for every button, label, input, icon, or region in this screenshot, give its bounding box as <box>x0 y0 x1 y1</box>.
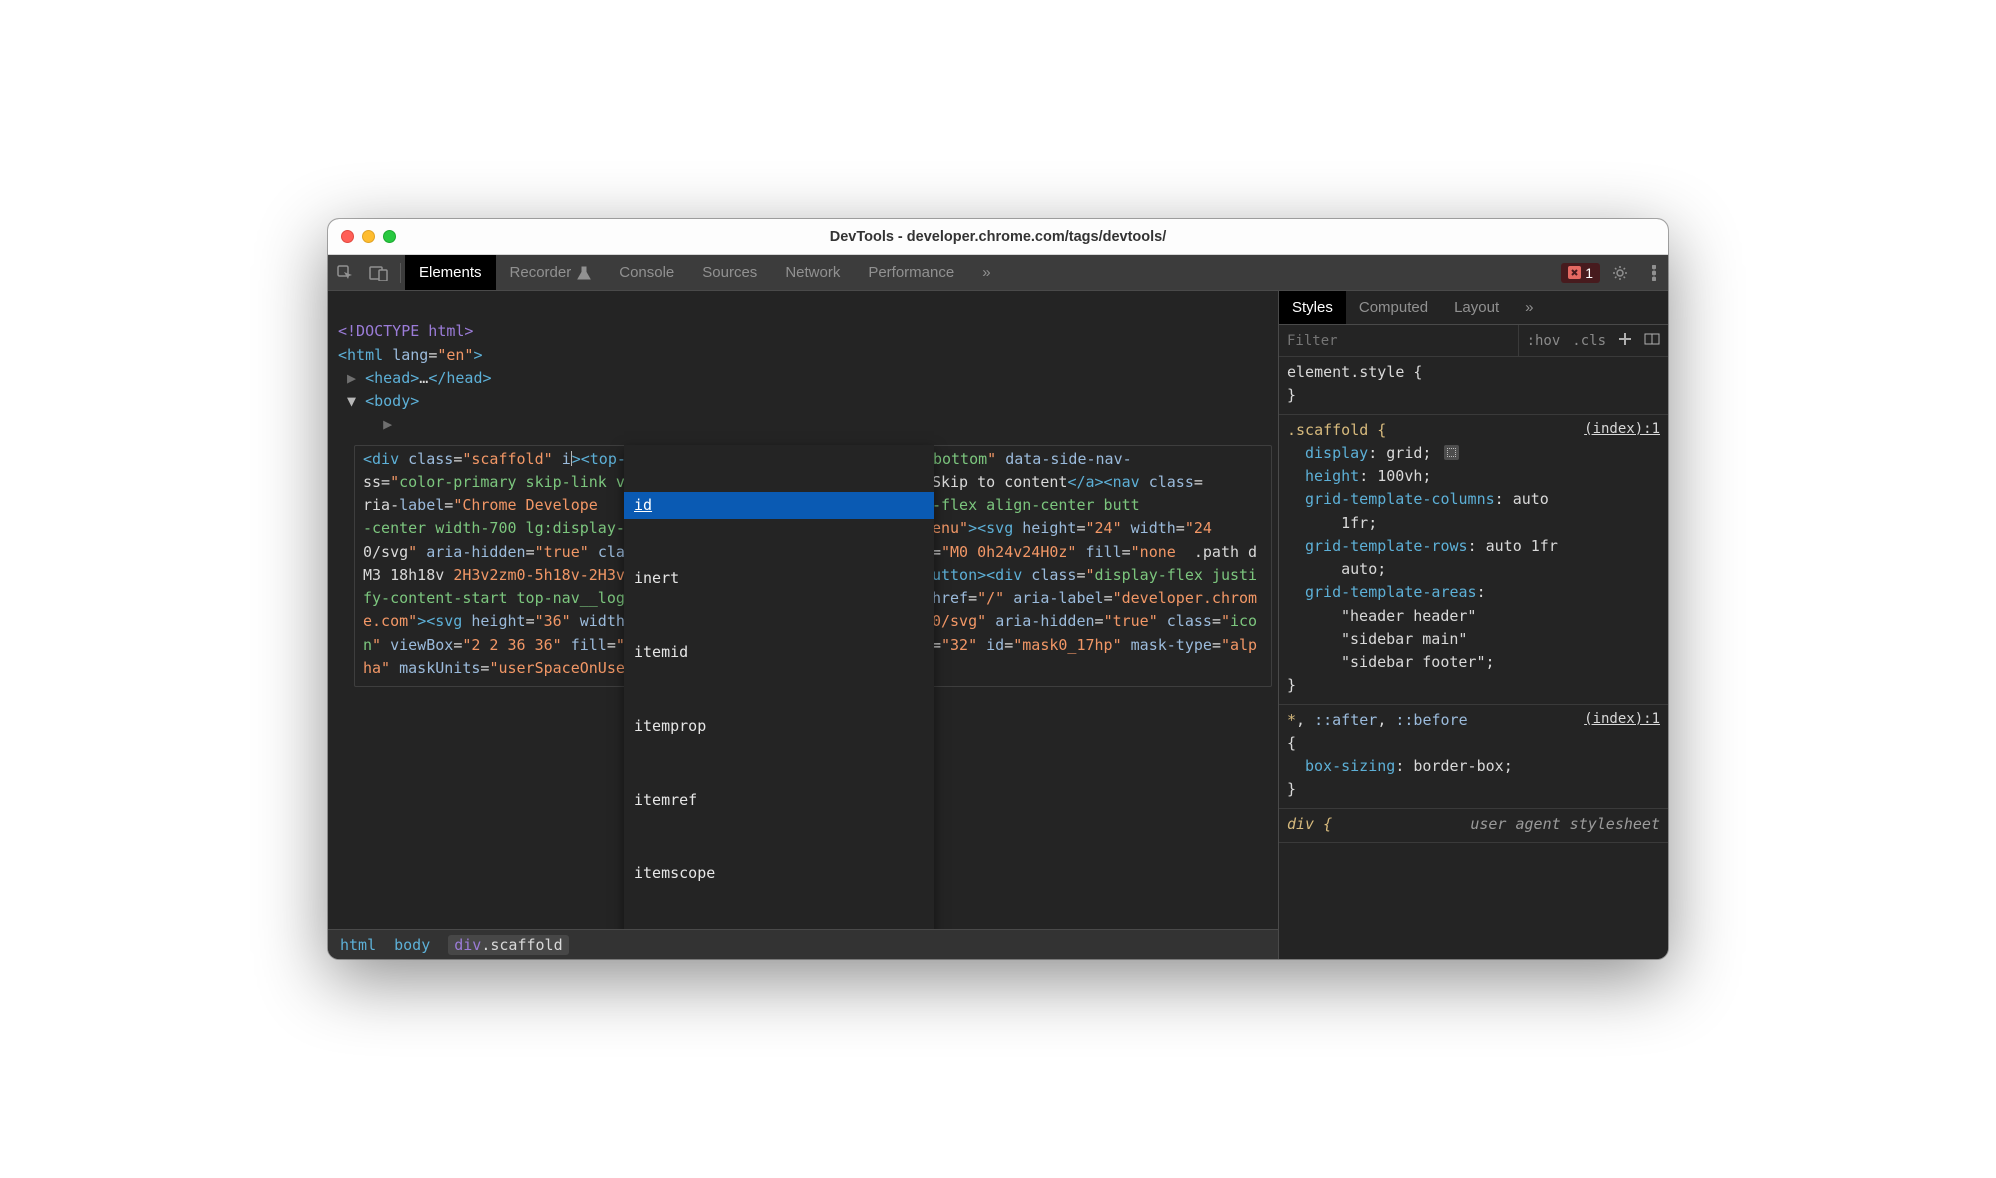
body-tag[interactable]: <body> <box>365 392 419 410</box>
dom-tree[interactable]: <!DOCTYPE html> <html lang="en"> ▶ <head… <box>328 291 1278 929</box>
styles-filter-row: :hov .cls <box>1279 325 1668 357</box>
main-area: <!DOCTYPE html> <html lang="en"> ▶ <head… <box>328 291 1668 959</box>
breadcrumb-current[interactable]: div.scaffold <box>448 935 568 955</box>
flask-icon <box>577 266 591 280</box>
side-tab-styles[interactable]: Styles <box>1279 291 1346 324</box>
tabs-overflow-label: » <box>982 264 990 281</box>
side-tab-computed[interactable]: Computed <box>1346 291 1441 324</box>
breadcrumb-item[interactable]: body <box>394 936 430 954</box>
tab-elements-label: Elements <box>419 264 482 281</box>
inspect-icon[interactable] <box>328 255 362 290</box>
error-x-icon <box>1568 266 1581 279</box>
autocomplete-item[interactable]: inert <box>624 565 934 592</box>
main-toolbar: Elements Recorder Console Sources Networ… <box>328 255 1668 291</box>
tab-console[interactable]: Console <box>605 255 688 290</box>
elements-panel: <!DOCTYPE html> <html lang="en"> ▶ <head… <box>328 291 1278 959</box>
sidebar-tabs: Styles Computed Layout » <box>1279 291 1668 325</box>
tab-sources-label: Sources <box>702 264 757 281</box>
tab-sources[interactable]: Sources <box>688 255 771 290</box>
tab-elements[interactable]: Elements <box>405 255 496 290</box>
side-tabs-overflow[interactable]: » <box>1512 291 1546 324</box>
new-style-rule-icon[interactable] <box>1614 332 1636 350</box>
toolbar-divider <box>400 263 401 283</box>
error-badge[interactable]: 1 <box>1561 263 1600 283</box>
tab-recorder[interactable]: Recorder <box>496 255 606 290</box>
autocomplete-item[interactable]: itemscope <box>624 860 934 887</box>
autocomplete-item[interactable]: id <box>624 492 934 519</box>
grid-badge-icon[interactable] <box>1444 445 1459 460</box>
window-title: DevTools - developer.chrome.com/tags/dev… <box>328 229 1668 245</box>
tab-recorder-label: Recorder <box>510 264 572 281</box>
more-menu-icon[interactable] <box>1640 255 1668 290</box>
universal-rule[interactable]: (index):1 *, ::after, ::before { box-siz… <box>1279 705 1668 809</box>
head-ellipsis: … <box>419 369 428 387</box>
hov-toggle[interactable]: :hov <box>1518 325 1565 356</box>
titlebar: DevTools - developer.chrome.com/tags/dev… <box>328 219 1668 255</box>
scaffold-rule[interactable]: (index):1 .scaffold { display: grid; hei… <box>1279 415 1668 705</box>
breadcrumb-item[interactable]: html <box>340 936 376 954</box>
source-link[interactable]: (index):1 <box>1584 419 1660 441</box>
styles-sidebar: Styles Computed Layout » :hov .cls eleme… <box>1278 291 1668 959</box>
source-link[interactable]: (index):1 <box>1584 709 1660 731</box>
autocomplete-item[interactable]: itemprop <box>624 713 934 740</box>
html-lang-attr: lang <box>392 346 428 364</box>
attribute-autocomplete[interactable]: id inert itemid itemprop itemref itemsco… <box>624 445 934 929</box>
tab-performance-label: Performance <box>868 264 954 281</box>
side-tab-layout[interactable]: Layout <box>1441 291 1512 324</box>
html-lang-val: "en" <box>437 346 473 364</box>
div-ua-rule[interactable]: div { user agent stylesheet <box>1279 809 1668 843</box>
autocomplete-item[interactable]: itemref <box>624 787 934 814</box>
element-style-rule[interactable]: element.style { } <box>1279 357 1668 415</box>
cls-toggle[interactable]: .cls <box>1572 333 1606 349</box>
autocomplete-item[interactable]: itemid <box>624 639 934 666</box>
head-tag[interactable]: <head> <box>365 369 419 387</box>
tabs-overflow[interactable]: » <box>968 255 1004 290</box>
styles-rules: element.style { } (index):1 .scaffold { … <box>1279 357 1668 959</box>
error-count-label: 1 <box>1585 265 1593 281</box>
html-tag: <html <box>338 346 392 364</box>
doctype: <!DOCTYPE html> <box>338 322 473 340</box>
breadcrumb: html body div.scaffold <box>328 929 1278 959</box>
device-toggle-icon[interactable] <box>362 255 396 290</box>
tab-performance[interactable]: Performance <box>854 255 968 290</box>
tab-network[interactable]: Network <box>771 255 854 290</box>
tab-network-label: Network <box>785 264 840 281</box>
devtools-window: DevTools - developer.chrome.com/tags/dev… <box>328 219 1668 959</box>
settings-icon[interactable] <box>1600 255 1640 290</box>
element-style-label: element.style { <box>1287 363 1422 381</box>
computed-styles-icon[interactable] <box>1644 333 1660 349</box>
tab-console-label: Console <box>619 264 674 281</box>
styles-filter-input[interactable] <box>1287 333 1510 349</box>
